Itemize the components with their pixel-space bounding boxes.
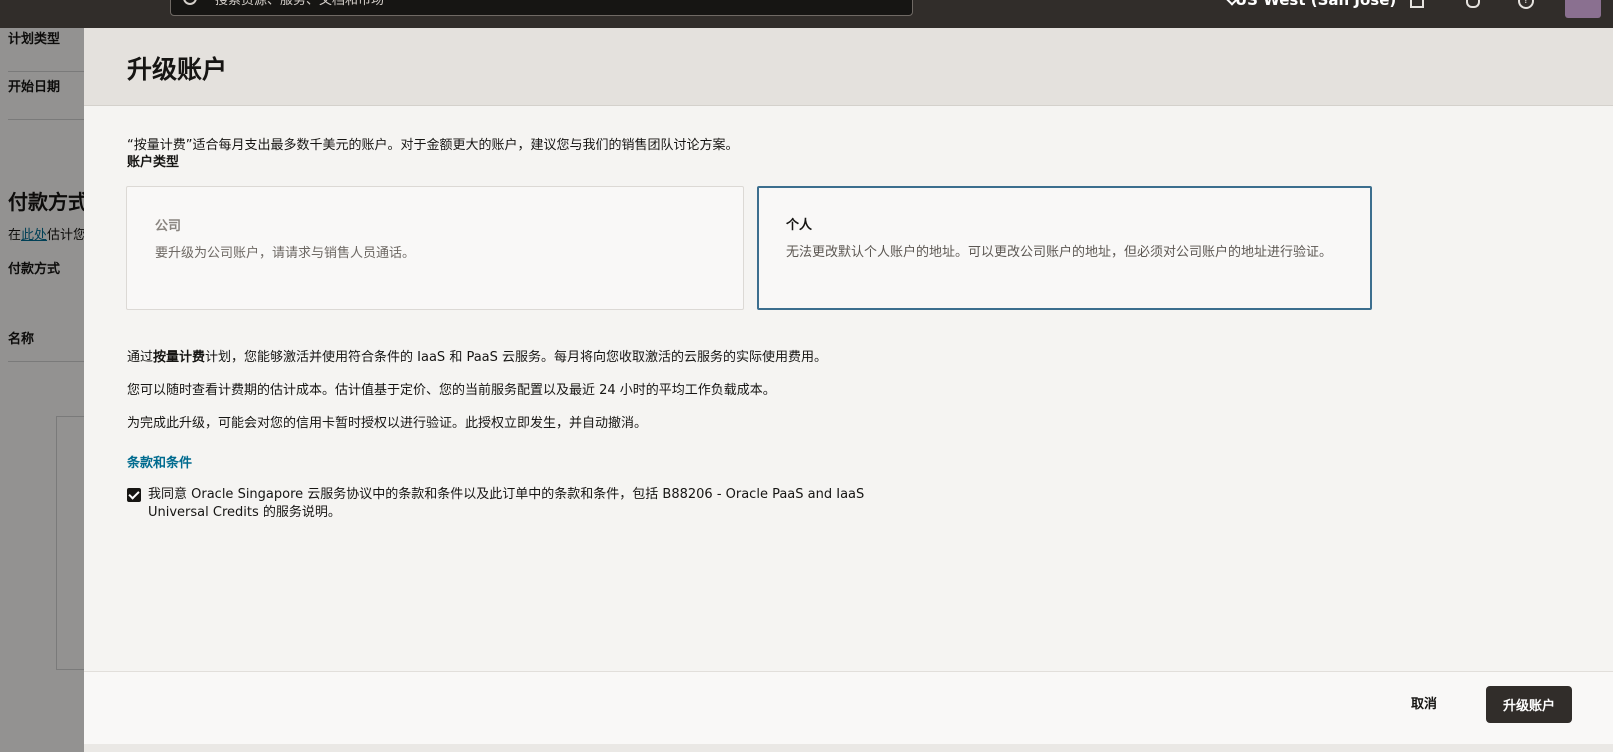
upgrade-account-button[interactable]: 升级账户 (1486, 686, 1572, 723)
global-search-input[interactable]: 搜索资源、服务、文档和市场 (170, 0, 913, 16)
account-type-company-card[interactable]: 公司 要升级为公司账户，请请求与销售人员通话。 (126, 186, 744, 310)
cancel-button[interactable]: 取消 (1411, 693, 1437, 712)
bottom-strip (84, 744, 1613, 752)
intro-text: “按量计费”适合每月支出最多数千美元的账户。对于金额更大的账户，建议您与我们的销… (127, 138, 739, 153)
terms-heading[interactable]: 条款和条件 (127, 452, 192, 471)
search-icon (183, 0, 197, 5)
top-header: 搜索资源、服务、文档和市场 US West (San Jose) ? (0, 0, 1613, 28)
page-title: 升级账户 (127, 55, 228, 84)
help-icon[interactable]: ? (1518, 0, 1534, 9)
card-title: 公司 (155, 219, 182, 234)
card-description: 要升级为公司账户，请请求与销售人员通话。 (155, 246, 416, 261)
estimate-description: 您可以随时查看计费期的估计成本。估计值基于定价、您的当前服务配置以及最近 24 … (127, 383, 776, 398)
bell-icon[interactable] (1466, 0, 1480, 8)
monitor-icon[interactable] (1410, 0, 1424, 8)
card-description: 无法更改默认个人账户的地址。可以更改公司账户的地址，但必须对公司账户的地址进行验… (786, 245, 1333, 260)
payg-description: 通过按量计费计划，您能够激活并使用符合条件的 IaaS 和 PaaS 云服务。每… (127, 350, 828, 365)
account-type-label: 账户类型 (127, 155, 180, 170)
agree-checkbox[interactable] (127, 488, 141, 502)
upgrade-account-drawer: 升级账户 “按量计费”适合每月支出最多数千美元的账户。对于金额更大的账户，建议您… (84, 28, 1613, 744)
agree-checkbox-label[interactable]: 我同意 Oracle Singapore 云服务协议中的条款和条件以及此订单中的… (148, 486, 888, 522)
region-selector[interactable]: US West (San Jose) (1235, 0, 1396, 9)
account-type-individual-card[interactable]: 个人 无法更改默认个人账户的地址。可以更改公司账户的地址，但必须对公司账户的地址… (757, 186, 1372, 310)
modal-scrim[interactable] (0, 28, 84, 752)
search-placeholder: 搜索资源、服务、文档和市场 (215, 0, 385, 8)
card-title: 个人 (786, 218, 813, 233)
drawer-header: 升级账户 (84, 28, 1613, 106)
authorization-description: 为完成此升级，可能会对您的信用卡暂时授权以进行验证。此授权立即发生，并自动撤消。 (127, 416, 648, 431)
drawer-footer: 取消 升级账户 (84, 671, 1613, 744)
avatar[interactable] (1565, 0, 1601, 18)
